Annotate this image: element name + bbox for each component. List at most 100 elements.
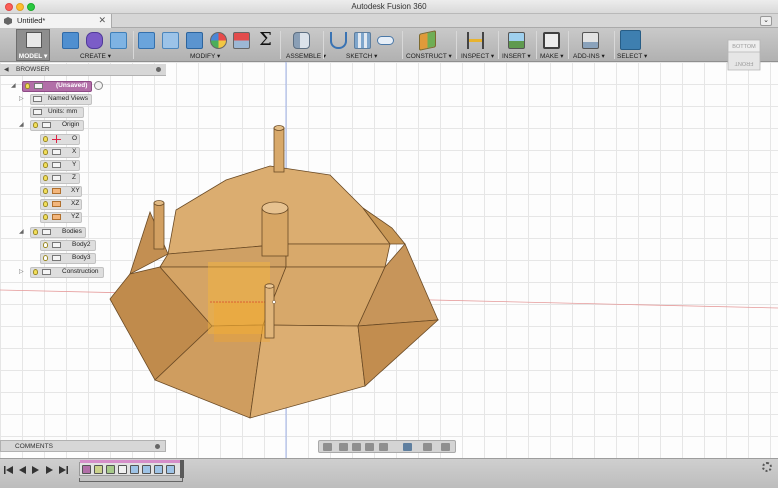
timeline-settings-gear-icon[interactable] xyxy=(762,462,772,472)
display-settings-icon[interactable] xyxy=(403,443,412,451)
sketch-dimension-icon[interactable] xyxy=(354,32,371,49)
add-ins-menu[interactable]: ADD-INS ▾ xyxy=(573,52,605,60)
appearance-icon[interactable] xyxy=(210,32,227,49)
collapse-browser-icon[interactable]: ◀ xyxy=(4,66,9,73)
view-cube[interactable]: BOTTOM FRONT xyxy=(722,36,764,74)
look-at-icon[interactable] xyxy=(339,443,348,451)
timeline-feature-icon[interactable] xyxy=(94,465,103,474)
timeline-feature-icon[interactable] xyxy=(130,465,139,474)
browser-node-named-views[interactable]: ▷ Named Views xyxy=(19,94,92,105)
visibility-bulb-icon[interactable] xyxy=(43,214,48,220)
offset-plane-icon[interactable] xyxy=(419,30,436,51)
go-to-end-icon[interactable] xyxy=(58,465,68,475)
expand-triangle-icon[interactable]: ▷ xyxy=(19,95,24,102)
viewports-icon[interactable] xyxy=(441,443,450,451)
browser-pin-icon[interactable] xyxy=(156,67,161,72)
timeline-feature-icon[interactable] xyxy=(82,465,91,474)
timeline-feature-icon[interactable] xyxy=(166,465,175,474)
browser-node-bodies[interactable]: ◢ Bodies xyxy=(19,227,86,238)
viewcube-bottom-face[interactable]: BOTTOM xyxy=(732,44,756,50)
zoom-icon[interactable] xyxy=(365,443,374,451)
comments-pin-icon[interactable] xyxy=(155,444,160,449)
expand-triangle-icon[interactable]: ▷ xyxy=(19,268,24,275)
origin-item-point[interactable]: O xyxy=(40,134,80,145)
inspect-menu[interactable]: INSPECT ▾ xyxy=(461,52,494,60)
scripts-addins-icon[interactable] xyxy=(582,32,599,49)
create-sketch-icon[interactable] xyxy=(330,32,347,49)
activate-root-radio[interactable] xyxy=(94,81,104,92)
insert-menu[interactable]: INSERT ▾ xyxy=(502,52,531,60)
close-tab-icon[interactable]: ✕ xyxy=(98,15,106,26)
pin-front[interactable] xyxy=(264,283,276,339)
visibility-bulb-icon[interactable] xyxy=(33,269,38,275)
extrude-icon[interactable] xyxy=(110,32,127,49)
chamfer-icon[interactable] xyxy=(186,32,203,49)
assemble-menu[interactable]: ASSEMBLE ▾ xyxy=(286,52,326,60)
browser-root-node[interactable]: ◢ (Unsaved) xyxy=(11,81,92,92)
orbit-icon[interactable] xyxy=(323,443,332,451)
expand-triangle-icon[interactable]: ◢ xyxy=(19,121,24,128)
visibility-bulb-icon[interactable] xyxy=(25,83,30,89)
compute-all-icon[interactable]: Σ xyxy=(257,31,274,49)
visibility-bulb-icon[interactable] xyxy=(43,255,48,261)
box-icon[interactable] xyxy=(62,32,79,49)
origin-item-xz[interactable]: XZ xyxy=(40,199,82,210)
visibility-bulb-icon[interactable] xyxy=(43,149,48,155)
create-menu[interactable]: CREATE ▾ xyxy=(80,52,111,60)
tab-overflow-button[interactable]: ⌄ xyxy=(760,16,772,26)
visibility-bulb-icon[interactable] xyxy=(33,229,38,235)
origin-item-x[interactable]: X xyxy=(40,147,80,158)
insert-canvas-icon[interactable] xyxy=(508,32,525,49)
step-back-icon[interactable] xyxy=(17,465,27,475)
origin-item-y[interactable]: Y xyxy=(40,160,80,171)
sketch-menu[interactable]: SKETCH ▾ xyxy=(346,52,377,60)
body-item-body2[interactable]: Body2 xyxy=(40,240,96,251)
grid-snaps-icon[interactable] xyxy=(423,443,432,451)
timeline-marker[interactable] xyxy=(180,460,184,478)
select-menu[interactable]: SELECT ▾ xyxy=(617,52,647,60)
browser-node-units[interactable]: Units: mm xyxy=(30,107,84,118)
document-tab[interactable]: Untitled* ✕ xyxy=(0,14,112,28)
visibility-bulb-icon[interactable] xyxy=(43,162,48,168)
body3-center-post[interactable] xyxy=(261,201,289,257)
go-to-start-icon[interactable] xyxy=(4,465,14,475)
step-forward-icon[interactable] xyxy=(45,465,55,475)
browser-node-origin[interactable]: ◢ Origin xyxy=(19,120,84,131)
timeline-feature-icon[interactable] xyxy=(154,465,163,474)
make-menu[interactable]: MAKE ▾ xyxy=(540,52,564,60)
visibility-bulb-icon[interactable] xyxy=(43,188,48,194)
expand-triangle-icon[interactable]: ◢ xyxy=(11,82,16,89)
select-icon[interactable] xyxy=(620,30,641,50)
body-item-body3[interactable]: Body3 xyxy=(40,253,96,264)
timeline-feature-icon[interactable] xyxy=(142,465,151,474)
visibility-bulb-icon[interactable] xyxy=(33,122,38,128)
timeline-feature-icon[interactable] xyxy=(118,465,127,474)
form-icon[interactable] xyxy=(86,32,103,49)
viewcube-front-face[interactable]: FRONT xyxy=(734,60,754,66)
comments-panel[interactable]: COMMENTS xyxy=(0,440,166,452)
visibility-bulb-icon[interactable] xyxy=(43,175,48,181)
browser-header[interactable]: ◀ BROWSER xyxy=(0,64,166,76)
stop-sketch-icon[interactable] xyxy=(377,36,394,45)
measure-icon[interactable] xyxy=(467,32,484,49)
joint-icon[interactable] xyxy=(293,32,310,49)
origin-item-yz[interactable]: YZ xyxy=(40,212,82,223)
origin-item-xy[interactable]: XY xyxy=(40,186,82,197)
3d-print-icon[interactable] xyxy=(543,32,560,49)
browser-node-construction[interactable]: ▷ Construction xyxy=(19,267,104,278)
construct-menu[interactable]: CONSTRUCT ▾ xyxy=(406,52,452,60)
timeline-feature-strip[interactable] xyxy=(79,460,184,476)
timeline-feature-icon[interactable] xyxy=(106,465,115,474)
origin-item-z[interactable]: Z xyxy=(40,173,80,184)
physical-material-icon[interactable] xyxy=(233,32,250,49)
fillet-icon[interactable] xyxy=(162,32,179,49)
pin-top[interactable] xyxy=(273,125,285,173)
fit-icon[interactable] xyxy=(379,443,388,451)
expand-triangle-icon[interactable]: ◢ xyxy=(19,228,24,235)
modify-menu[interactable]: MODIFY ▾ xyxy=(190,52,220,60)
play-icon[interactable] xyxy=(31,465,41,475)
pan-icon[interactable] xyxy=(352,443,361,451)
visibility-bulb-icon[interactable] xyxy=(43,242,48,248)
visibility-bulb-icon[interactable] xyxy=(43,136,48,142)
workspace-switcher[interactable]: MODEL ▾ xyxy=(16,29,50,61)
